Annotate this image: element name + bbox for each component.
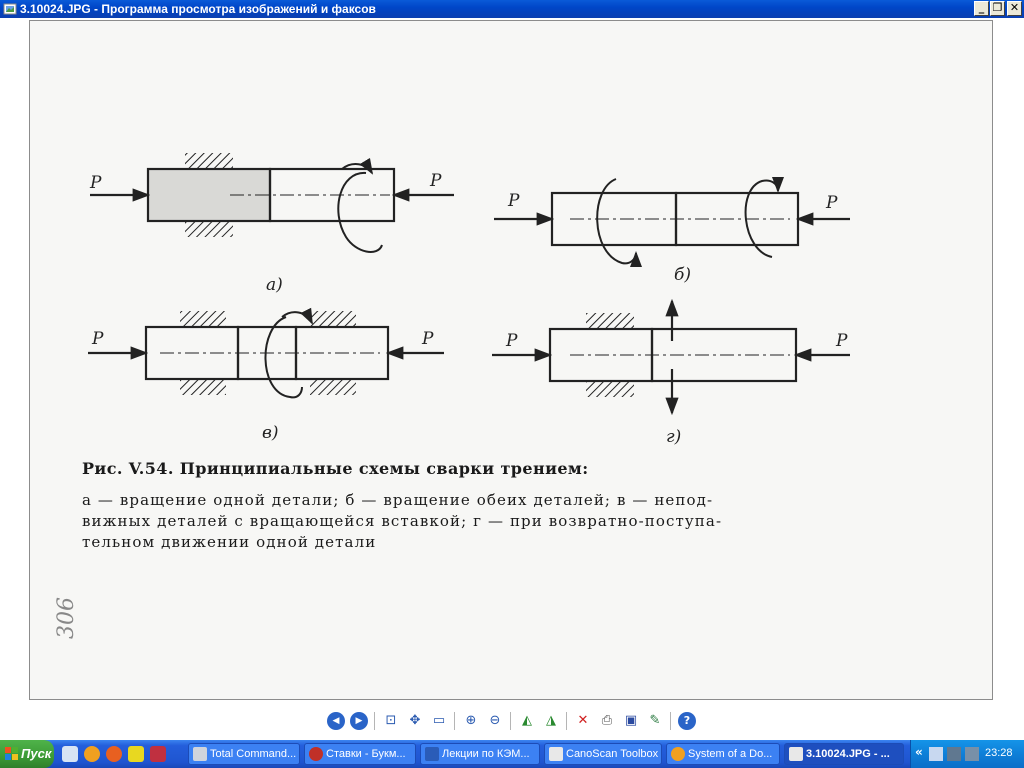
browser-icon <box>309 747 323 761</box>
tray-app-icon[interactable] <box>947 747 961 761</box>
force-label-v-right: P <box>422 329 434 349</box>
toolbar-separator <box>670 712 671 730</box>
taskbar: Пуск Total Command... Ставки - Букм... Л… <box>0 740 1024 768</box>
force-label-a-right: P <box>430 171 442 191</box>
next-image-button[interactable]: ▶ <box>350 712 368 730</box>
print-button[interactable]: ⎙ <box>598 712 616 730</box>
previous-image-button[interactable]: ◀ <box>327 712 345 730</box>
diagram-v <box>88 307 444 399</box>
next-image-icon: ▶ <box>355 716 363 726</box>
viewer-toolbar: ◀ ▶ ⊡ ✥ ▭ ⊕ ⊖ ◭ ◮ ✕ ⎙ ▣ ✎ ? <box>0 702 1024 740</box>
quicklaunch-save-icon[interactable] <box>150 746 166 762</box>
zoom-out-icon: ⊖ <box>489 713 501 728</box>
previous-image-icon: ◀ <box>332 716 340 726</box>
close-button[interactable]: ✕ <box>1007 1 1022 16</box>
task-label: System of a Do... <box>688 748 773 760</box>
task-media-player[interactable]: System of a Do... <box>666 743 780 765</box>
task-label: Лекции по КЭМ... <box>442 748 530 760</box>
delete-icon: ✕ <box>577 713 589 728</box>
window-title: 3.10024.JPG - Программа просмотра изобра… <box>20 2 376 16</box>
diagram-b <box>494 176 850 268</box>
task-label: CanoScan Toolbox <box>566 748 659 760</box>
force-label-a-left: P <box>90 173 102 193</box>
task-label: Ставки - Букм... <box>326 748 406 760</box>
actual-size-icon: ✥ <box>409 713 421 728</box>
best-fit-button[interactable]: ⊡ <box>382 712 400 730</box>
figure-caption-title: Рис. V.54. Принципиальные схемы сварки т… <box>82 459 589 478</box>
handwritten-page-number: 306 <box>54 597 79 639</box>
quicklaunch-desktop-icon[interactable] <box>62 746 78 762</box>
zoom-in-button[interactable]: ⊕ <box>462 712 480 730</box>
task-browser[interactable]: Ставки - Букм... <box>304 743 416 765</box>
rotate-counterclockwise-icon: ◮ <box>546 713 556 728</box>
figure-label-g: г) <box>666 427 682 447</box>
help-button[interactable]: ? <box>678 712 696 730</box>
help-icon: ? <box>683 714 691 727</box>
edit-icon: ✎ <box>649 713 661 728</box>
diagram-g <box>492 298 850 416</box>
image-viewer-icon <box>3 3 17 15</box>
zoom-in-icon: ⊕ <box>465 713 477 728</box>
quicklaunch-browser-icon[interactable] <box>84 746 100 762</box>
task-label: Total Command... <box>210 748 297 760</box>
figure-caption-line: тельном движении одной детали <box>82 533 377 551</box>
figure-label-b: б) <box>674 265 692 285</box>
force-label-v-left: P <box>92 329 104 349</box>
volume-icon[interactable] <box>965 747 979 761</box>
toolbar-separator <box>510 712 511 730</box>
start-button[interactable]: Пуск <box>0 740 54 768</box>
canoscan-icon <box>549 747 563 761</box>
minimize-button[interactable]: _ <box>974 1 989 16</box>
image-viewer-area: P P P P P P P P а) б) в) г) Рис. V.54. П… <box>0 18 1024 702</box>
media-player-icon <box>671 747 685 761</box>
task-canoscan-toolbox[interactable]: CanoScan Toolbox <box>544 743 662 765</box>
toolbar-separator <box>374 712 375 730</box>
task-total-commander[interactable]: Total Command... <box>188 743 300 765</box>
delete-button[interactable]: ✕ <box>574 712 592 730</box>
edit-button[interactable]: ✎ <box>646 712 664 730</box>
actual-size-button[interactable]: ✥ <box>406 712 424 730</box>
image-viewer-icon <box>789 747 803 761</box>
toolbar-separator <box>566 712 567 730</box>
displayed-image: P P P P P P P P а) б) в) г) Рис. V.54. П… <box>29 20 993 700</box>
diagram-a <box>90 153 454 253</box>
figure-caption-line: а — вращение одной детали; б — вращение … <box>82 491 714 509</box>
force-label-g-right: P <box>836 331 848 351</box>
total-commander-icon <box>193 747 207 761</box>
rotate-clockwise-button[interactable]: ◭ <box>518 712 536 730</box>
rotate-counterclockwise-button[interactable]: ◮ <box>542 712 560 730</box>
task-image-viewer[interactable]: 3.10024.JPG - ... <box>784 743 904 765</box>
quicklaunch-tool-icon[interactable] <box>128 746 144 762</box>
start-label: Пуск <box>21 746 52 761</box>
clock[interactable]: 23:28 <box>985 747 1013 759</box>
network-icon[interactable] <box>929 747 943 761</box>
task-word-document[interactable]: Лекции по КЭМ... <box>420 743 540 765</box>
figure-label-v: в) <box>262 423 279 443</box>
system-tray: « 23:28 <box>910 740 1024 768</box>
save-button[interactable]: ▣ <box>622 712 640 730</box>
force-label-g-left: P <box>506 331 518 351</box>
toolbar-separator <box>454 712 455 730</box>
force-label-b-right: P <box>826 193 838 213</box>
force-label-b-left: P <box>508 191 520 211</box>
figure-label-a: а) <box>266 275 283 295</box>
title-bar[interactable]: 3.10024.JPG - Программа просмотра изобра… <box>0 0 1024 18</box>
best-fit-icon: ⊡ <box>385 713 397 728</box>
print-icon: ⎙ <box>601 713 613 728</box>
quicklaunch-app-icon[interactable] <box>106 746 122 762</box>
figure-caption-line: вижных деталей с вращающейся вставкой; г… <box>82 512 723 530</box>
maximize-button[interactable]: ❐ <box>990 1 1005 16</box>
slideshow-icon: ▭ <box>432 713 446 728</box>
word-document-icon <box>425 747 439 761</box>
save-icon: ▣ <box>624 713 638 728</box>
windows-logo-icon <box>5 747 18 760</box>
friction-welding-diagrams <box>88 153 850 416</box>
rotate-clockwise-icon: ◭ <box>522 713 532 728</box>
task-label: 3.10024.JPG - ... <box>806 748 890 760</box>
show-hidden-icons-button[interactable]: « <box>915 745 923 759</box>
zoom-out-button[interactable]: ⊖ <box>486 712 504 730</box>
slideshow-button[interactable]: ▭ <box>430 712 448 730</box>
